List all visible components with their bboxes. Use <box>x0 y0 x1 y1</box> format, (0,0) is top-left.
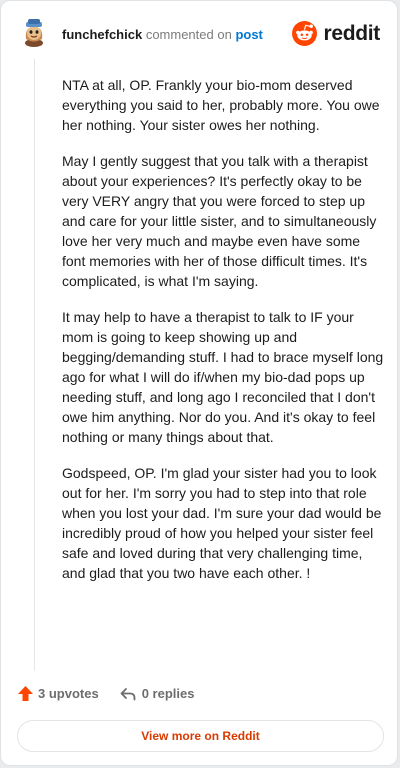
reply-button[interactable]: 0 replies <box>120 686 195 701</box>
view-more-button[interactable]: View more on Reddit <box>17 720 384 752</box>
action-text: commented on <box>145 27 232 42</box>
avatar[interactable] <box>19 17 49 47</box>
thread-line <box>34 59 35 671</box>
comment-paragraph: Godspeed, OP. I'm glad your sister had y… <box>62 465 382 581</box>
post-link[interactable]: post <box>235 27 262 42</box>
upvote-count: 3 upvotes <box>38 686 99 701</box>
comment-paragraph: It may help to have a therapist to talk … <box>62 309 384 445</box>
comment-body: NTA at all, OP. Frankly your bio-mom des… <box>62 75 384 599</box>
reddit-wordmark: reddit <box>323 21 380 45</box>
comment-embed-card: funchefchick commented on post reddit NT… <box>0 0 398 766</box>
avatar-icon <box>25 19 43 47</box>
reply-count: 0 replies <box>141 686 195 701</box>
username-link[interactable]: funchefchick <box>62 27 142 42</box>
upvote-arrow-icon <box>18 686 33 701</box>
upvote-button[interactable]: 3 upvotes <box>17 685 99 702</box>
comment-attribution: funchefchick commented on post <box>62 27 263 42</box>
comment-paragraph: NTA at all, OP. Frankly your bio-mom des… <box>62 77 380 133</box>
reddit-brand-link[interactable]: reddit <box>292 21 380 46</box>
reddit-logo-icon <box>292 21 318 46</box>
reply-arrow-icon <box>120 687 136 700</box>
comment-header: funchefchick commented on post reddit <box>1 1 397 67</box>
comment-paragraph: May I gently suggest that you talk with … <box>62 153 377 289</box>
comment-actions: 3 upvotes 0 replies <box>17 685 194 702</box>
